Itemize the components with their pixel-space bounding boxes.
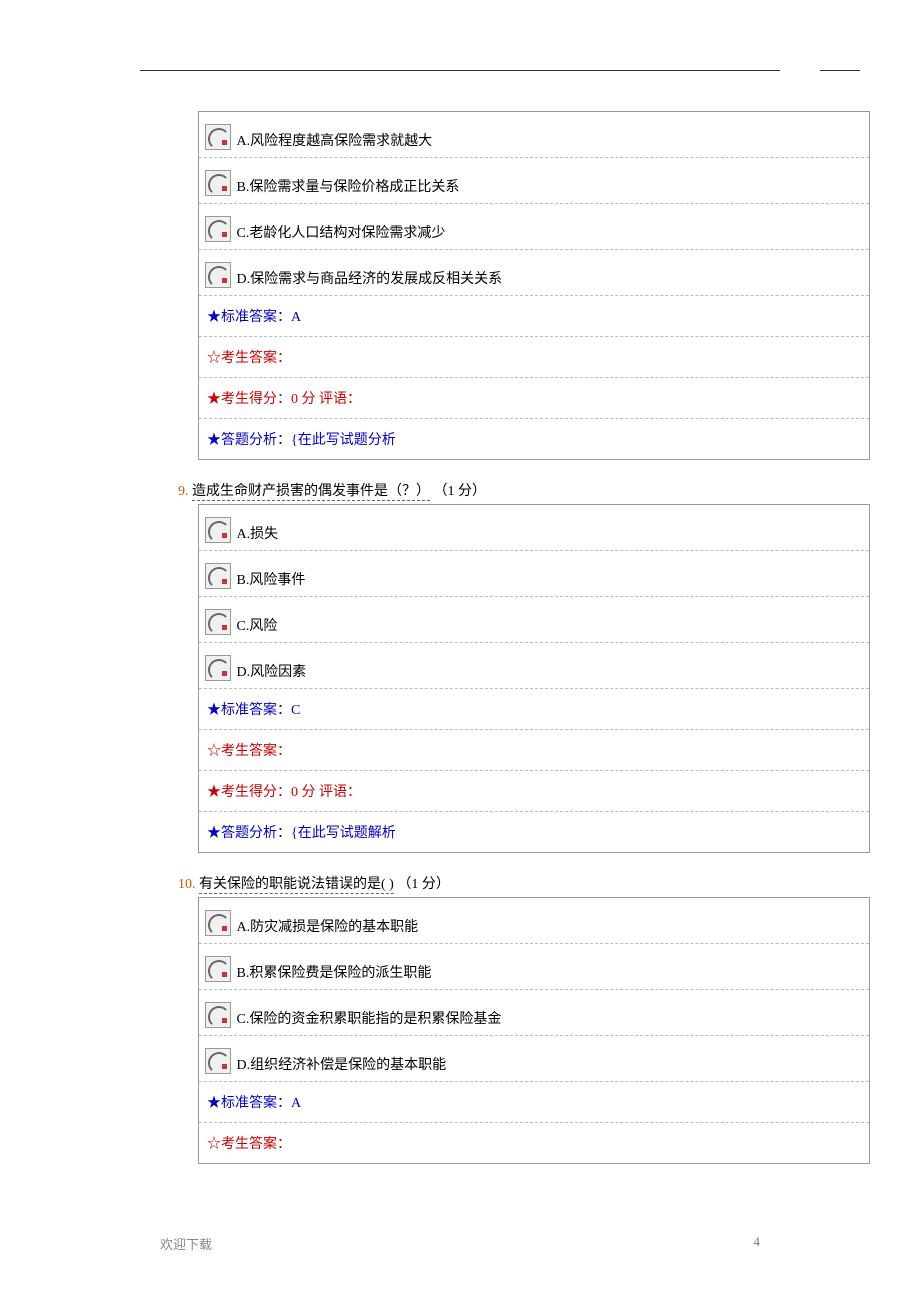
table-row: ★考生得分：0 分 评语： xyxy=(199,378,870,419)
standard-answer-label: ★标准答案：A xyxy=(199,296,870,337)
table-row: ★答题分析：{在此写试题解析 xyxy=(199,812,870,853)
table-row: B.积累保险费是保险的派生职能 xyxy=(199,944,870,990)
radio-icon[interactable] xyxy=(205,1002,231,1028)
option-b-text: B.积累保险费是保险的派生职能 xyxy=(237,952,432,982)
question-9-header: 9. 造成生命财产损害的偶发事件是（？） （1 分） xyxy=(178,480,900,500)
option-a-text: A.风险程度越高保险需求就越大 xyxy=(237,120,433,150)
table-row: ★标准答案：A xyxy=(199,296,870,337)
standard-answer-label: ★标准答案：A xyxy=(199,1082,870,1123)
student-answer-label: ☆考生答案： xyxy=(199,337,870,378)
table-row: A.风险程度越高保险需求就越大 xyxy=(199,112,870,158)
table-row: D.组织经济补偿是保险的基本职能 xyxy=(199,1036,870,1082)
radio-icon[interactable] xyxy=(205,216,231,242)
option-d-text: D.风险因素 xyxy=(237,651,307,681)
table-row: A.损失 xyxy=(199,505,870,551)
score-label: ★考生得分：0 分 评语： xyxy=(199,771,870,812)
radio-icon[interactable] xyxy=(205,170,231,196)
table-row: ☆考生答案： xyxy=(199,337,870,378)
radio-icon[interactable] xyxy=(205,262,231,288)
radio-icon[interactable] xyxy=(205,517,231,543)
table-row: ☆考生答案： xyxy=(199,1123,870,1164)
radio-icon[interactable] xyxy=(205,609,231,635)
option-b-text: B.风险事件 xyxy=(237,559,306,589)
table-row: ★考生得分：0 分 评语： xyxy=(199,771,870,812)
page-number: 4 xyxy=(754,1234,761,1253)
question-10-table: A.防灾减损是保险的基本职能 B.积累保险费是保险的派生职能 C.保险的资金积累… xyxy=(198,897,870,1164)
table-row: C.保险的资金积累职能指的是积累保险基金 xyxy=(199,990,870,1036)
table-row: ★标准答案：A xyxy=(199,1082,870,1123)
footer-left-text: 欢迎下载 xyxy=(160,1234,212,1253)
option-b-text: B.保险需求量与保险价格成正比关系 xyxy=(237,166,460,196)
question-score: （1 分） xyxy=(397,877,450,892)
table-row: D.风险因素 xyxy=(199,643,870,689)
header-rule xyxy=(0,70,920,71)
question-title: 有关保险的职能说法错误的是( ) xyxy=(199,877,394,894)
radio-icon[interactable] xyxy=(205,563,231,589)
page-footer: 欢迎下载 4 xyxy=(0,1234,920,1283)
option-d-text: D.保险需求与商品经济的发展成反相关关系 xyxy=(237,258,503,288)
question-score: （1 分） xyxy=(434,484,487,499)
question-number: 9. xyxy=(178,484,189,499)
question-9-table: A.损失 B.风险事件 C.风险 D.风险因素 ★标准答案：C ☆考生答案： xyxy=(198,504,870,853)
score-label: ★考生得分：0 分 评语： xyxy=(199,378,870,419)
table-row: B.风险事件 xyxy=(199,551,870,597)
radio-icon[interactable] xyxy=(205,956,231,982)
table-row: D.保险需求与商品经济的发展成反相关关系 xyxy=(199,250,870,296)
option-c-text: C.保险的资金积累职能指的是积累保险基金 xyxy=(237,998,502,1028)
option-d-text: D.组织经济补偿是保险的基本职能 xyxy=(237,1044,447,1074)
option-a-text: A.防灾减损是保险的基本职能 xyxy=(237,906,419,936)
radio-icon[interactable] xyxy=(205,910,231,936)
table-row: C.老龄化人口结构对保险需求减少 xyxy=(199,204,870,250)
table-row: B.保险需求量与保险价格成正比关系 xyxy=(199,158,870,204)
table-row: A.防灾减损是保险的基本职能 xyxy=(199,898,870,944)
option-c-text: C.老龄化人口结构对保险需求减少 xyxy=(237,212,446,242)
question-number: 10. xyxy=(178,877,196,892)
analysis-label: ★答题分析：{在此写试题解析 xyxy=(199,812,870,853)
table-row: ★答题分析：{在此写试题分析 xyxy=(199,419,870,460)
radio-icon[interactable] xyxy=(205,124,231,150)
analysis-label: ★答题分析：{在此写试题分析 xyxy=(199,419,870,460)
option-a-text: A.损失 xyxy=(237,513,279,543)
standard-answer-label: ★标准答案：C xyxy=(199,689,870,730)
radio-icon[interactable] xyxy=(205,1048,231,1074)
table-row: ☆考生答案： xyxy=(199,730,870,771)
table-row: C.风险 xyxy=(199,597,870,643)
student-answer-label: ☆考生答案： xyxy=(199,1123,870,1164)
option-c-text: C.风险 xyxy=(237,605,278,635)
student-answer-label: ☆考生答案： xyxy=(199,730,870,771)
question-8-table: A.风险程度越高保险需求就越大 B.保险需求量与保险价格成正比关系 C.老龄化人… xyxy=(198,111,870,460)
question-10-header: 10. 有关保险的职能说法错误的是( ) （1 分） xyxy=(178,873,900,893)
radio-icon[interactable] xyxy=(205,655,231,681)
question-title: 造成生命财产损害的偶发事件是（？） xyxy=(192,484,430,501)
table-row: ★标准答案：C xyxy=(199,689,870,730)
